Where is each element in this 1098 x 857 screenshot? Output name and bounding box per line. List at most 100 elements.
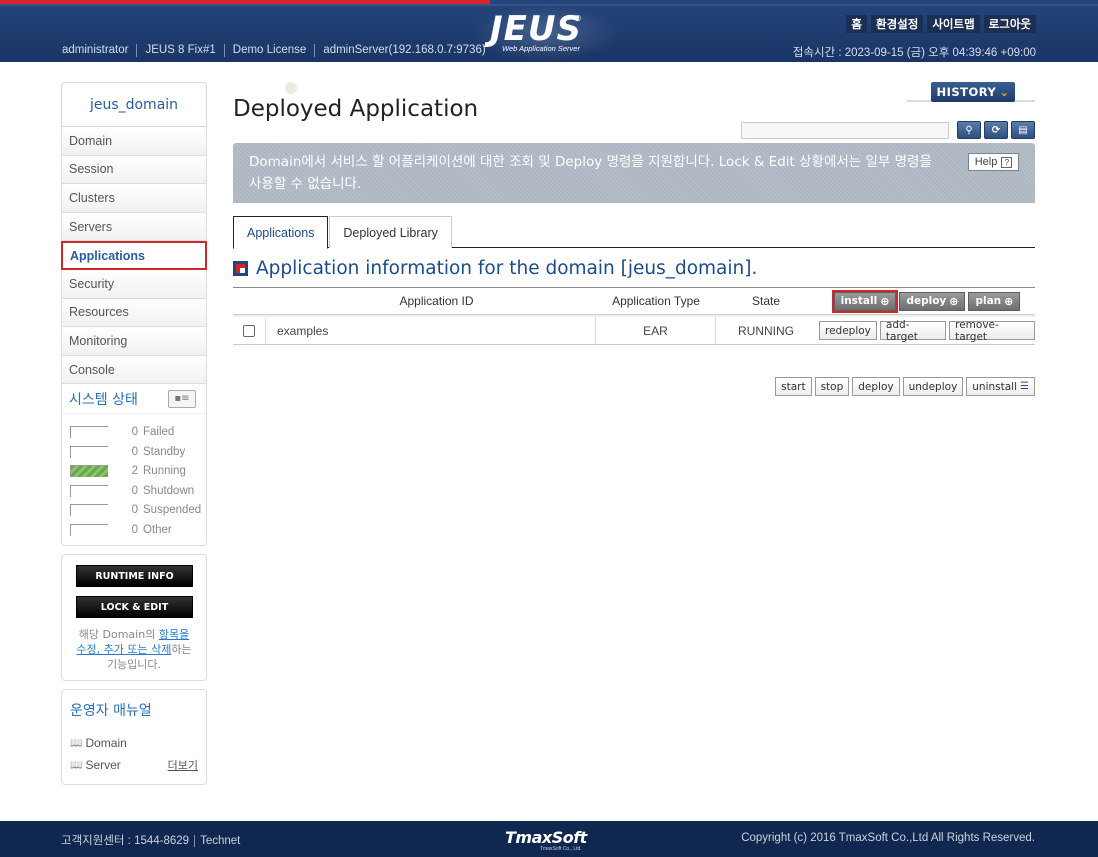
sidebar: jeus_domain Domain Session Clusters Serv…	[61, 82, 207, 786]
remove-target-button[interactable]: remove-target	[949, 319, 1035, 343]
footer: 고객지원센터 : 1544-8629 Technet TmaxSoft TmaxS…	[0, 821, 1098, 857]
search-icon[interactable]: ⚲	[957, 121, 981, 139]
status-count: 0	[131, 445, 138, 458]
registered-icon: ®	[574, 14, 582, 23]
sidebar-item-monitoring[interactable]: Monitoring	[61, 327, 207, 356]
page-title: Deployed Application	[233, 96, 479, 122]
sidebar-item-resources[interactable]: Resources	[61, 298, 207, 328]
header-state[interactable]: State	[716, 288, 816, 314]
session-server: adminServer(192.168.0.7:9736)	[314, 44, 493, 57]
lock-panel: RUNTIME INFO LOCK & EDIT 해당 Domain의 항목을 …	[61, 554, 207, 682]
sidebar-item-security[interactable]: Security	[61, 269, 207, 299]
table-header: Application ID Application Type State in…	[233, 287, 1035, 315]
lock-note-text: 해당 Domain의	[78, 628, 159, 642]
xml-icon[interactable]: ▤	[1011, 121, 1035, 139]
tab-applications[interactable]: Applications	[233, 216, 329, 249]
description-box: Domain에서 서비스 할 어플리케이션에 대한 조회 및 Deploy 명령…	[233, 143, 1035, 203]
session-user: administrator	[62, 44, 129, 56]
status-bar	[70, 445, 108, 458]
help-label: Help	[974, 156, 998, 168]
row-actions: redeploy add-target remove-target	[816, 317, 1035, 344]
question-icon: ?	[1001, 156, 1013, 168]
undeploy-button[interactable]: undeploy	[902, 377, 964, 396]
row-check-cell	[233, 317, 266, 344]
nav-sitemap[interactable]: 사이트맵	[927, 15, 980, 33]
system-status-panel: 시스템 상태 ▪≡ 0 Failed 0 Standby 2 Running 0	[61, 384, 207, 547]
status-list: 0 Failed 0 Standby 2 Running 0 Shutdown …	[62, 414, 206, 539]
domain-name[interactable]: jeus_domain	[61, 82, 207, 127]
refresh-icon[interactable]: ⟳	[984, 121, 1008, 139]
header-actions: install ⊕ deploy ⊕ plan ⊕	[816, 288, 1035, 314]
status-label: Failed	[143, 426, 175, 439]
start-button[interactable]: start	[775, 377, 812, 396]
status-label: Other	[143, 523, 172, 536]
row-application-id: examples	[266, 317, 596, 344]
lock-edit-button[interactable]: LOCK & EDIT	[76, 596, 193, 619]
stop-button[interactable]: stop	[814, 377, 850, 396]
status-item-suspended: 0 Suspended	[70, 500, 206, 520]
plus-icon: ⊕	[880, 294, 890, 308]
manual-more-link[interactable]: 더보기	[168, 757, 198, 773]
sidebar-menu: Domain Session Clusters Servers Applicat…	[61, 127, 207, 385]
row-state: RUNNING	[738, 323, 794, 338]
section-title: Application information for the domain […	[233, 258, 757, 279]
sidebar-item-clusters[interactable]: Clusters	[61, 184, 207, 213]
sidebar-item-applications[interactable]: Applications	[61, 241, 207, 270]
plus-icon: ⊕	[949, 294, 959, 308]
redeploy-button[interactable]: redeploy	[819, 321, 877, 340]
status-count: 2	[131, 465, 138, 478]
status-bar	[70, 484, 108, 497]
help-button[interactable]: Help?	[968, 153, 1019, 171]
status-label: Shutdown	[143, 484, 195, 497]
section-title-text: Application information for the domain […	[256, 258, 758, 279]
applications-table: Application ID Application Type State in…	[233, 287, 1035, 345]
bulk-deploy-button[interactable]: deploy	[852, 377, 900, 396]
technet-link[interactable]: Technet	[194, 835, 246, 847]
support-phone: 고객지원센터 : 1544-8629	[61, 835, 190, 847]
copyright: Copyright (c) 2016 TmaxSoft Co.,Ltd All …	[741, 832, 1035, 844]
logo-text: JEUS	[490, 9, 582, 49]
install-button[interactable]: install ⊕	[831, 289, 899, 313]
status-bar	[70, 523, 108, 536]
book-icon: 📖	[70, 759, 83, 771]
runtime-info-button[interactable]: RUNTIME INFO	[76, 565, 193, 588]
history-label: HISTORY	[936, 85, 997, 99]
chevron-down-icon: ⌄	[999, 85, 1010, 99]
search-toolbar: ⚲ ⟳ ▤	[741, 121, 1035, 139]
uninstall-label: uninstall	[972, 380, 1018, 393]
uninstall-button[interactable]: uninstall ☰	[966, 377, 1035, 396]
jeus-logo[interactable]: JEUS ® Web Application Server	[490, 12, 600, 54]
add-target-button[interactable]: add-target	[879, 319, 947, 343]
header-application-type[interactable]: Application Type	[596, 288, 716, 314]
sidebar-item-console[interactable]: Console	[61, 355, 207, 385]
nav-logout[interactable]: 로그아웃	[983, 15, 1036, 33]
sidebar-item-domain[interactable]: Domain	[61, 127, 207, 156]
section-square-icon	[233, 261, 248, 276]
table-row: examples EAR RUNNING redeploy add-target…	[233, 315, 1035, 345]
manual-item-domain[interactable]: 📖 Domain	[70, 732, 198, 754]
header-application-id[interactable]: Application ID	[266, 288, 596, 314]
access-time: 접속시간 : 2023-09-15 (금) 오후 04:39:46 +09:00	[792, 47, 1036, 59]
system-status-title: 시스템 상태	[69, 391, 138, 408]
plan-button[interactable]: plan ⊕	[968, 291, 1021, 311]
row-checkbox[interactable]	[243, 324, 255, 337]
brand-text: TmaxSoft	[505, 828, 587, 847]
nav-settings[interactable]: 환경설정	[871, 15, 924, 33]
manual-item-label: Server	[85, 758, 121, 773]
plus-icon: ⊕	[1004, 294, 1014, 308]
session-info: administrator JEUS 8 Fix#1 Demo License …	[62, 44, 494, 57]
sidebar-item-servers[interactable]: Servers	[61, 212, 207, 242]
row-application-type: EAR	[596, 317, 716, 344]
search-input[interactable]	[741, 121, 949, 139]
deploy-button[interactable]: deploy ⊕	[899, 291, 966, 311]
monitor-icon[interactable]: ▪≡	[168, 389, 196, 408]
nav-home[interactable]: 홈	[846, 15, 868, 33]
tab-deployed-library[interactable]: Deployed Library	[329, 216, 452, 248]
manual-item-server[interactable]: 📖 Server 더보기	[70, 754, 198, 776]
book-icon: 📖	[70, 737, 83, 749]
header-check-cell	[233, 288, 266, 314]
session-version: JEUS 8 Fix#1	[136, 44, 223, 57]
sidebar-item-session[interactable]: Session	[61, 155, 207, 185]
status-label: Suspended	[143, 504, 202, 517]
history-button[interactable]: HISTORY ⌄	[931, 82, 1015, 102]
